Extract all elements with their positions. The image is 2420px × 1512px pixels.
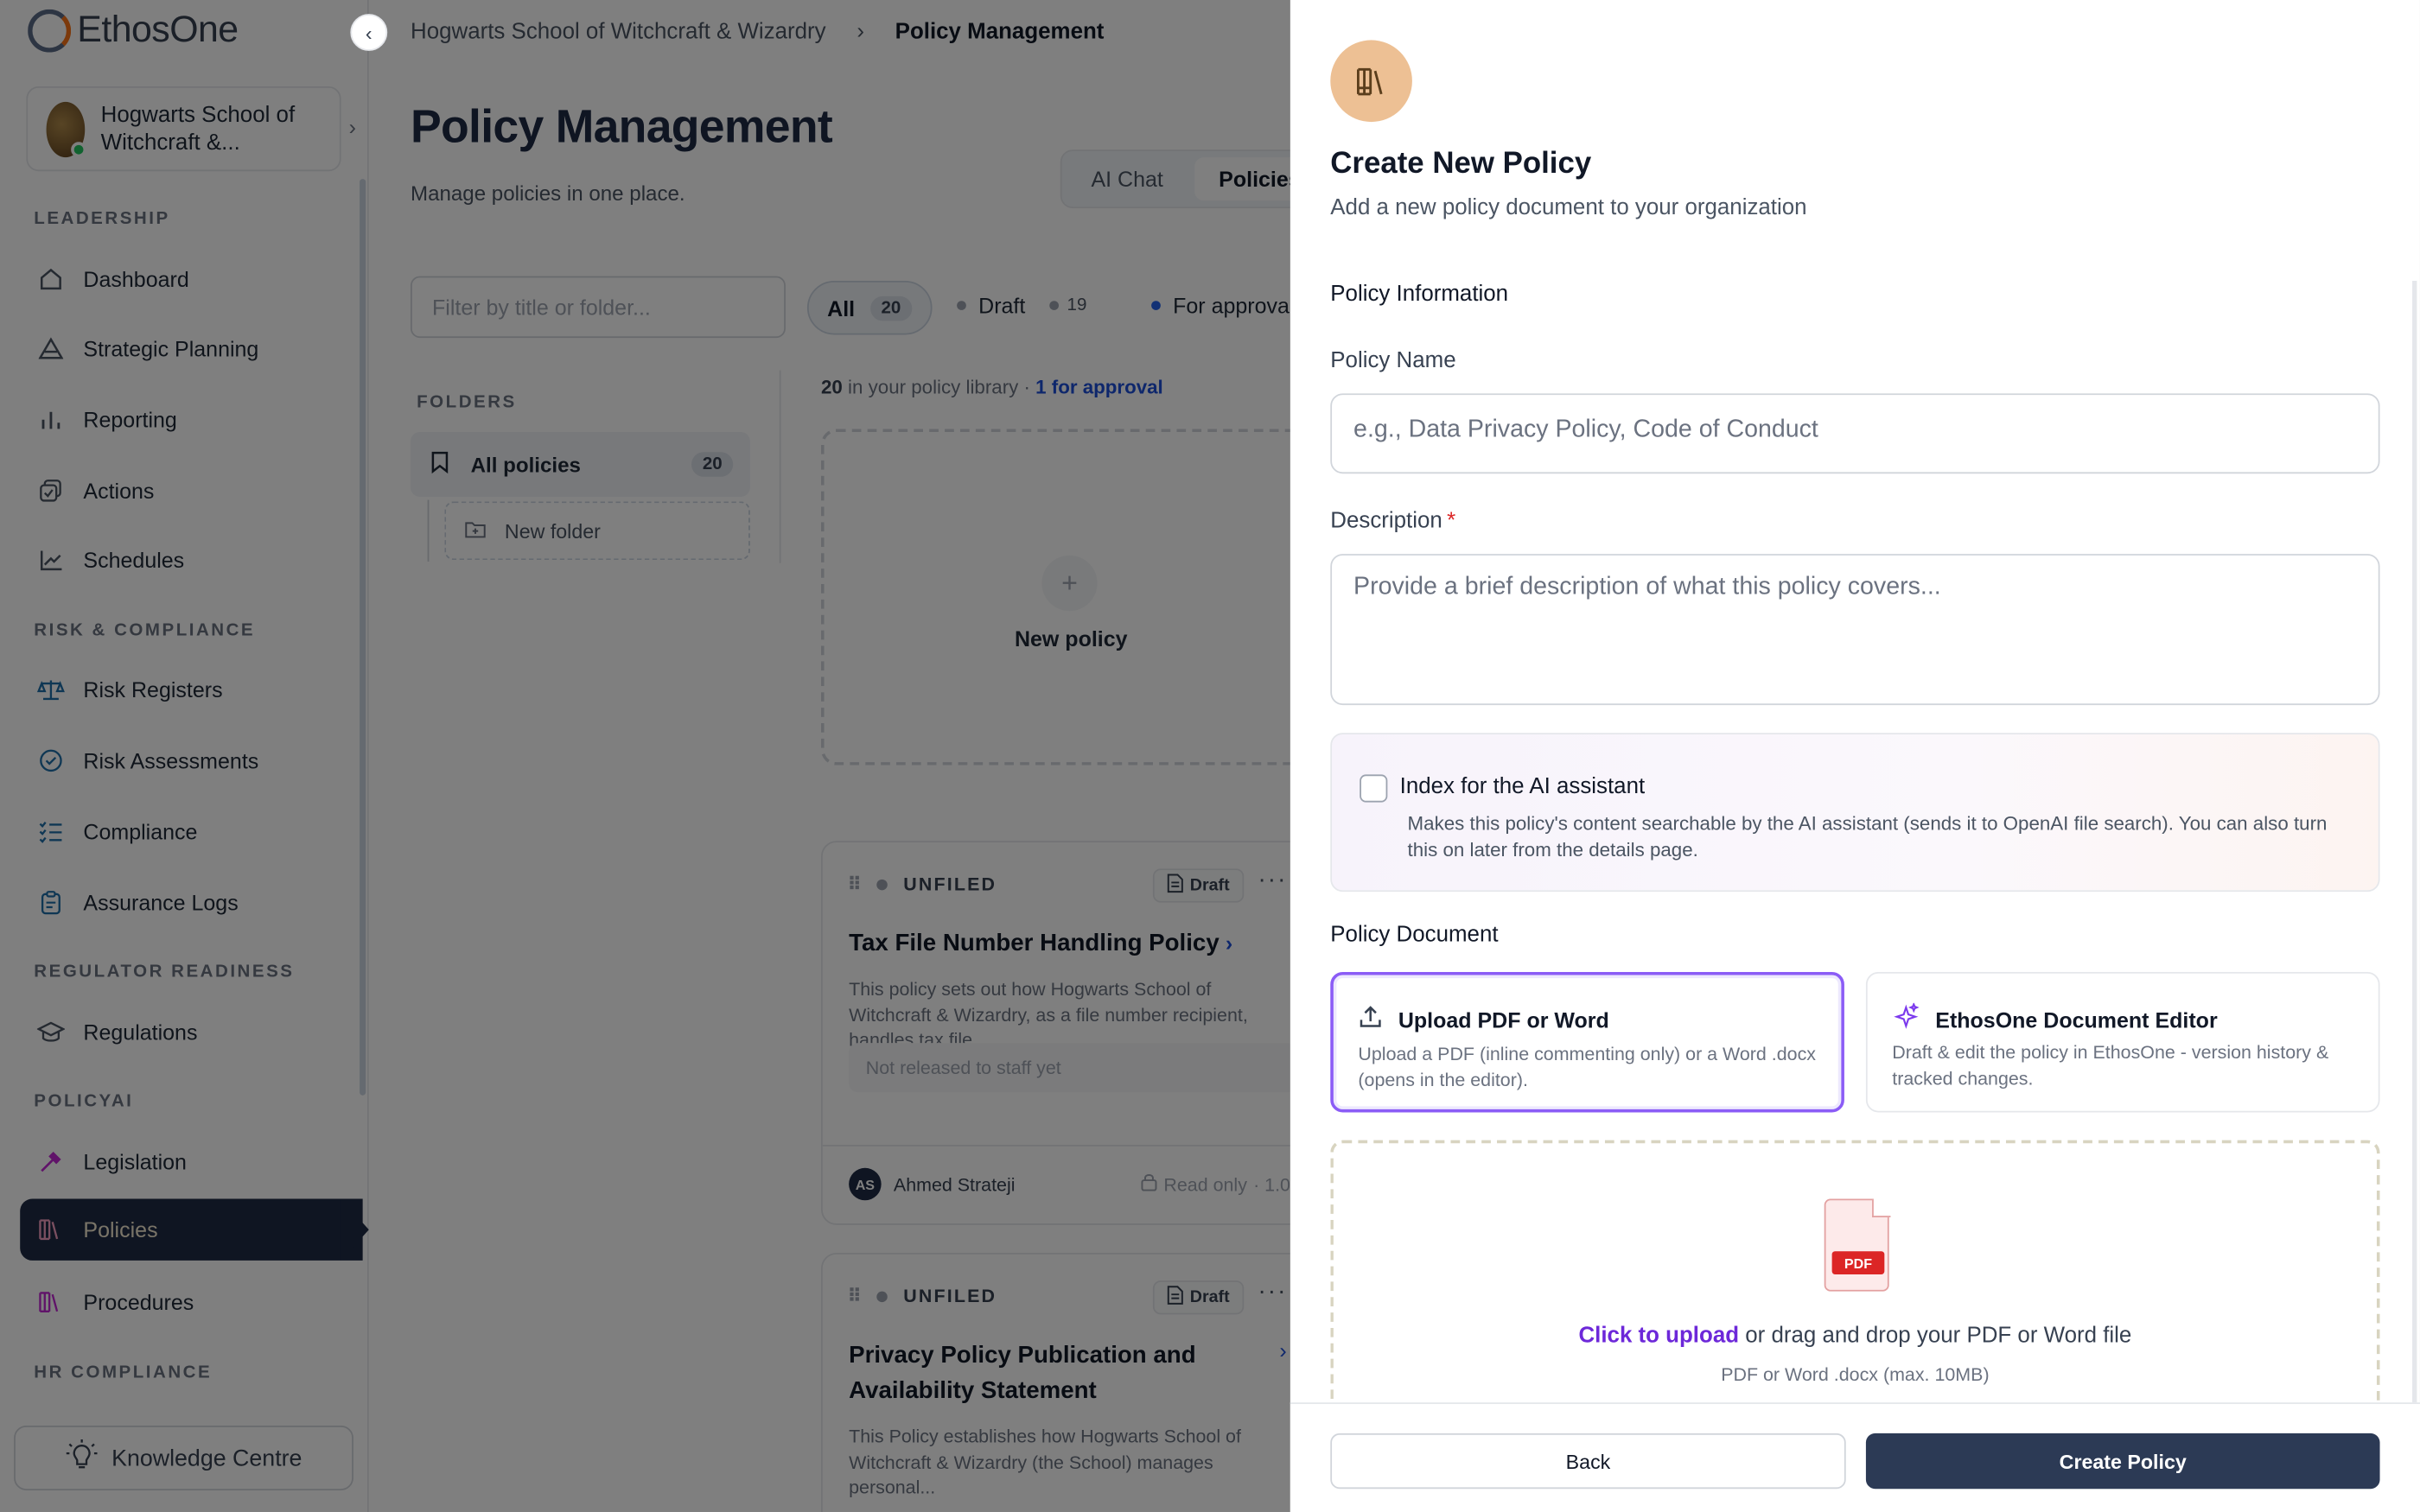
policy-name-label: Policy Name bbox=[1330, 348, 1456, 374]
panel-footer: Back Create Policy bbox=[1290, 1402, 2420, 1512]
chevron-left-icon: ‹ bbox=[365, 21, 373, 44]
editor-option-card[interactable]: EthosOne Document Editor Draft & edit th… bbox=[1865, 971, 2380, 1113]
books-icon bbox=[1330, 40, 1412, 123]
collapse-sidebar-button[interactable]: ‹ bbox=[350, 14, 388, 51]
dropzone-hint: PDF or Word .docx (max. 10MB) bbox=[1721, 1363, 1990, 1386]
policy-document-heading: Policy Document bbox=[1330, 922, 1499, 948]
pdf-file-icon: PDF bbox=[1824, 1198, 1890, 1292]
pdf-fold bbox=[1871, 1198, 1890, 1217]
ai-index-option: Index for the AI assistant Makes this po… bbox=[1330, 733, 2380, 893]
upload-title-text: Upload PDF or Word bbox=[1398, 1007, 1609, 1032]
upload-option-title: Upload PDF or Word bbox=[1358, 1004, 1609, 1033]
editor-title-text: EthosOne Document Editor bbox=[1935, 1007, 2218, 1032]
ai-index-checkbox[interactable] bbox=[1360, 774, 1388, 803]
ai-index-description: Makes this policy's content searchable b… bbox=[1407, 813, 2328, 861]
upload-option-card[interactable]: Upload PDF or Word Upload a PDF (inline … bbox=[1330, 971, 1844, 1113]
dropzone-text: Click to upload or drag and drop your PD… bbox=[1334, 1324, 2377, 1349]
ai-index-title[interactable]: Index for the AI assistant bbox=[1400, 774, 1646, 799]
editor-option-title: EthosOne Document Editor bbox=[1892, 1001, 2218, 1035]
pdf-tag: PDF bbox=[1831, 1251, 1885, 1274]
panel-subtitle: Add a new policy document to your organi… bbox=[1330, 195, 1807, 221]
upload-option-description: Upload a PDF (inline commenting only) or… bbox=[1358, 1043, 1817, 1090]
required-marker: * bbox=[1447, 509, 1456, 534]
policy-name-input[interactable]: e.g., Data Privacy Policy, Code of Condu… bbox=[1330, 393, 2380, 474]
dropzone-instructions: or drag and drop your PDF or Word file bbox=[1739, 1324, 2132, 1349]
editor-option-description: Draft & edit the policy in EthosOne - ve… bbox=[1892, 1041, 2329, 1089]
panel-scrollbar[interactable] bbox=[2412, 280, 2417, 1423]
upload-icon bbox=[1358, 1004, 1383, 1033]
panel-title: Create New Policy bbox=[1330, 146, 1592, 181]
create-policy-panel: Create New Policy Add a new policy docum… bbox=[1290, 0, 2420, 1512]
description-label-text: Description bbox=[1330, 509, 1442, 534]
description-textarea[interactable]: Provide a brief description of what this… bbox=[1330, 554, 2380, 706]
click-to-upload-link[interactable]: Click to upload bbox=[1578, 1324, 1739, 1349]
back-button[interactable]: Back bbox=[1330, 1433, 1846, 1490]
description-label: Description * bbox=[1330, 509, 1455, 534]
create-policy-button[interactable]: Create Policy bbox=[1865, 1433, 2380, 1490]
sparkles-icon bbox=[1892, 1001, 1920, 1035]
policy-information-heading: Policy Information bbox=[1330, 282, 1509, 308]
